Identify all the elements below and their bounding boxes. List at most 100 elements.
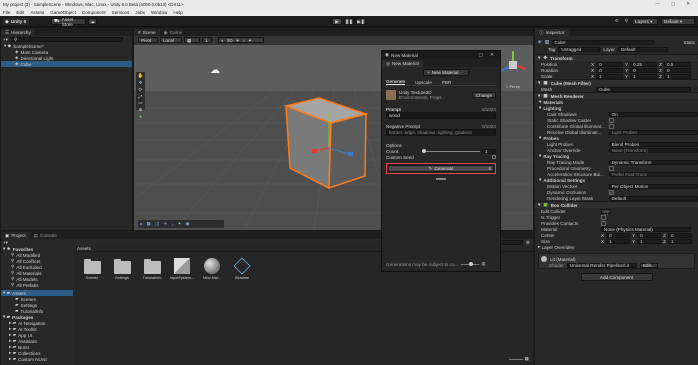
object-name-field[interactable]: Cube [551, 39, 654, 45]
menu-item-help[interactable]: Help [173, 10, 182, 15]
menu-item-services[interactable]: Services [112, 10, 130, 15]
subtab-upscale[interactable]: Upscale [415, 80, 432, 85]
rotate-tool-icon[interactable]: ⟳ [139, 87, 143, 93]
filter-icon[interactable]: ⚙ [526, 240, 530, 246]
local-dropdown[interactable]: Local [160, 37, 182, 43]
renderer-field[interactable]: Dynamic Transform [608, 159, 698, 165]
grid-size-icon[interactable]: ▦ [525, 356, 529, 362]
transform-z-field[interactable]: 0 [663, 67, 691, 73]
transform-x-field[interactable]: 0 [596, 67, 624, 73]
hierarchy-search[interactable]: ⚲ [11, 37, 123, 42]
asset-item[interactable]: Readme [232, 257, 252, 280]
tab-hierarchy[interactable]: ☰ Hierarchy [1, 29, 35, 36]
collider-z-field[interactable]: 1 [667, 238, 692, 244]
menu-item-component[interactable]: Component [82, 10, 106, 15]
collider-material-field[interactable]: None (Physics Material) [601, 226, 691, 232]
menu-item-file[interactable]: File [3, 10, 10, 15]
grid-toggle-icon[interactable]: ▦ [147, 221, 151, 227]
orientation-gizmo[interactable]: < Persp [496, 47, 530, 89]
grid-snap-button[interactable]: ▦ [184, 37, 200, 43]
camera-gizmo-icon[interactable]: ☁ [210, 65, 220, 76]
history-button[interactable]: ⟲ [612, 18, 621, 25]
audio-toggle-icon[interactable]: ♪ [171, 222, 173, 227]
account-button[interactable]: ◆ Unity 6 [3, 18, 29, 25]
tree-item[interactable]: ▸ ▰ Custom NUnit [1, 356, 73, 362]
renderer-checkbox[interactable]: ✓ [609, 189, 614, 195]
transform-y-field[interactable]: 0.25 [630, 61, 658, 67]
asset-item[interactable]: Scenes [82, 258, 102, 280]
renderer-field[interactable]: Default [608, 195, 698, 201]
menu-item-assets[interactable]: Assets [30, 10, 44, 15]
collider-checkbox[interactable] [601, 214, 606, 220]
tab-game[interactable]: ◉ Game [159, 29, 187, 36]
add-asset-icon[interactable]: +▾ [3, 240, 8, 246]
new-material-button[interactable]: + New Material [423, 69, 469, 76]
transform-y-field[interactable]: 0 [630, 67, 658, 73]
collider-z-field[interactable]: 0 [667, 232, 692, 238]
tag-dropdown[interactable]: Untagged [558, 46, 601, 52]
hand-tool-icon[interactable]: ✋ [138, 73, 144, 79]
camera-toggle-icon[interactable]: ◉ [186, 221, 190, 227]
menu-item-jobs[interactable]: Jobs [135, 10, 145, 15]
asset-item[interactable]: New Mat... [202, 258, 222, 280]
collab-button[interactable]: ☁ [88, 18, 97, 25]
transform-x-field[interactable]: 1 [596, 73, 624, 79]
custom-tool-icon[interactable]: ● [139, 114, 142, 119]
menu-item-window[interactable]: Window [151, 10, 167, 15]
transform-tool-icon[interactable]: ⊕ [139, 107, 143, 113]
transform-x-field[interactable]: 0 [596, 61, 624, 67]
fx-toggle-icon[interactable]: ✦ [178, 221, 182, 227]
view-icon[interactable]: ◫ [155, 221, 159, 227]
custom-seed-checkbox[interactable] [492, 155, 496, 159]
search-button[interactable]: ⚲ [622, 18, 631, 25]
asset-item[interactable]: Settings [112, 258, 132, 280]
breadcrumb-assets[interactable]: Assets [77, 246, 91, 251]
grid-view-icon[interactable]: ▦ [481, 261, 485, 267]
zoom-slider[interactable] [508, 358, 523, 360]
pivot-dropdown[interactable]: Pivot [138, 37, 158, 43]
footer-slider[interactable] [461, 262, 480, 266]
renderer-checkbox[interactable] [609, 123, 614, 129]
renderer-checkbox[interactable] [609, 117, 614, 123]
scale-tool-icon[interactable]: ⤢ [139, 94, 143, 99]
collider-y-field[interactable]: 1 [637, 238, 662, 244]
overlay-controls[interactable]: ▢ ✕ [479, 52, 497, 58]
collider-x-field[interactable]: 1 [606, 238, 631, 244]
renderer-field[interactable]: None (Transform) [608, 147, 698, 153]
renderer-field[interactable]: Prefer Fast Trace [608, 171, 698, 177]
asset-item[interactable]: InputSystem... [170, 258, 194, 280]
asset-item[interactable]: TutorialInfo [142, 258, 162, 280]
footer-slider-handle[interactable] [469, 262, 474, 266]
transform-header[interactable]: ▾ ✥ Transform [535, 54, 698, 61]
play-button[interactable]: ▶ [332, 18, 342, 25]
collider-y-field[interactable]: 0 [637, 232, 662, 238]
transform-y-field[interactable]: 1 [630, 73, 658, 79]
transform-z-field[interactable]: 1 [663, 73, 691, 79]
collider-x-field[interactable]: 0 [606, 232, 631, 238]
layout-dropdown[interactable]: Default ▾ [661, 18, 695, 25]
renderer-field[interactable]: Per Object Motion [608, 183, 698, 189]
move-tool-icon[interactable]: ✥ [139, 80, 143, 86]
tab-scene[interactable]: # Scene [134, 29, 160, 36]
collider-checkbox[interactable] [601, 220, 606, 226]
tab-console[interactable]: ▤ Console [29, 232, 61, 239]
prompt-input[interactable]: wood [386, 112, 496, 119]
transform-z-field[interactable]: 0.5 [663, 61, 691, 67]
generate-button[interactable]: ✎ Generate 5 [388, 165, 494, 172]
shader-dropdown[interactable]: Universal Render Pipeline/Lit [566, 262, 637, 268]
tab-project[interactable]: ▣ Project [1, 232, 30, 239]
window-controls[interactable]: — ▢ ✕ [655, 1, 695, 7]
layer-overrides-row[interactable]: ▸ Layer Overrides [535, 244, 698, 250]
tab-new-material[interactable]: ◎ New Material [382, 60, 423, 67]
count-field[interactable]: 1 [482, 148, 496, 154]
count-slider[interactable] [422, 149, 480, 153]
pause-button[interactable]: ❚❚ [344, 18, 354, 25]
hierarchy-item[interactable]: ◈ Cube [1, 61, 132, 67]
mesh-field[interactable]: Cube [596, 86, 691, 92]
mesh-filter-header[interactable]: ▾ ▦ Cube (Mesh Filter) [535, 79, 698, 86]
menu-item-gameobject[interactable]: GameObject [50, 10, 76, 15]
resize-handle[interactable] [436, 178, 446, 180]
snap-icon[interactable]: ⌗ [140, 222, 143, 227]
light-toggle-icon[interactable]: ☀ [163, 221, 167, 227]
subtab-generate[interactable]: Generate [386, 79, 406, 85]
